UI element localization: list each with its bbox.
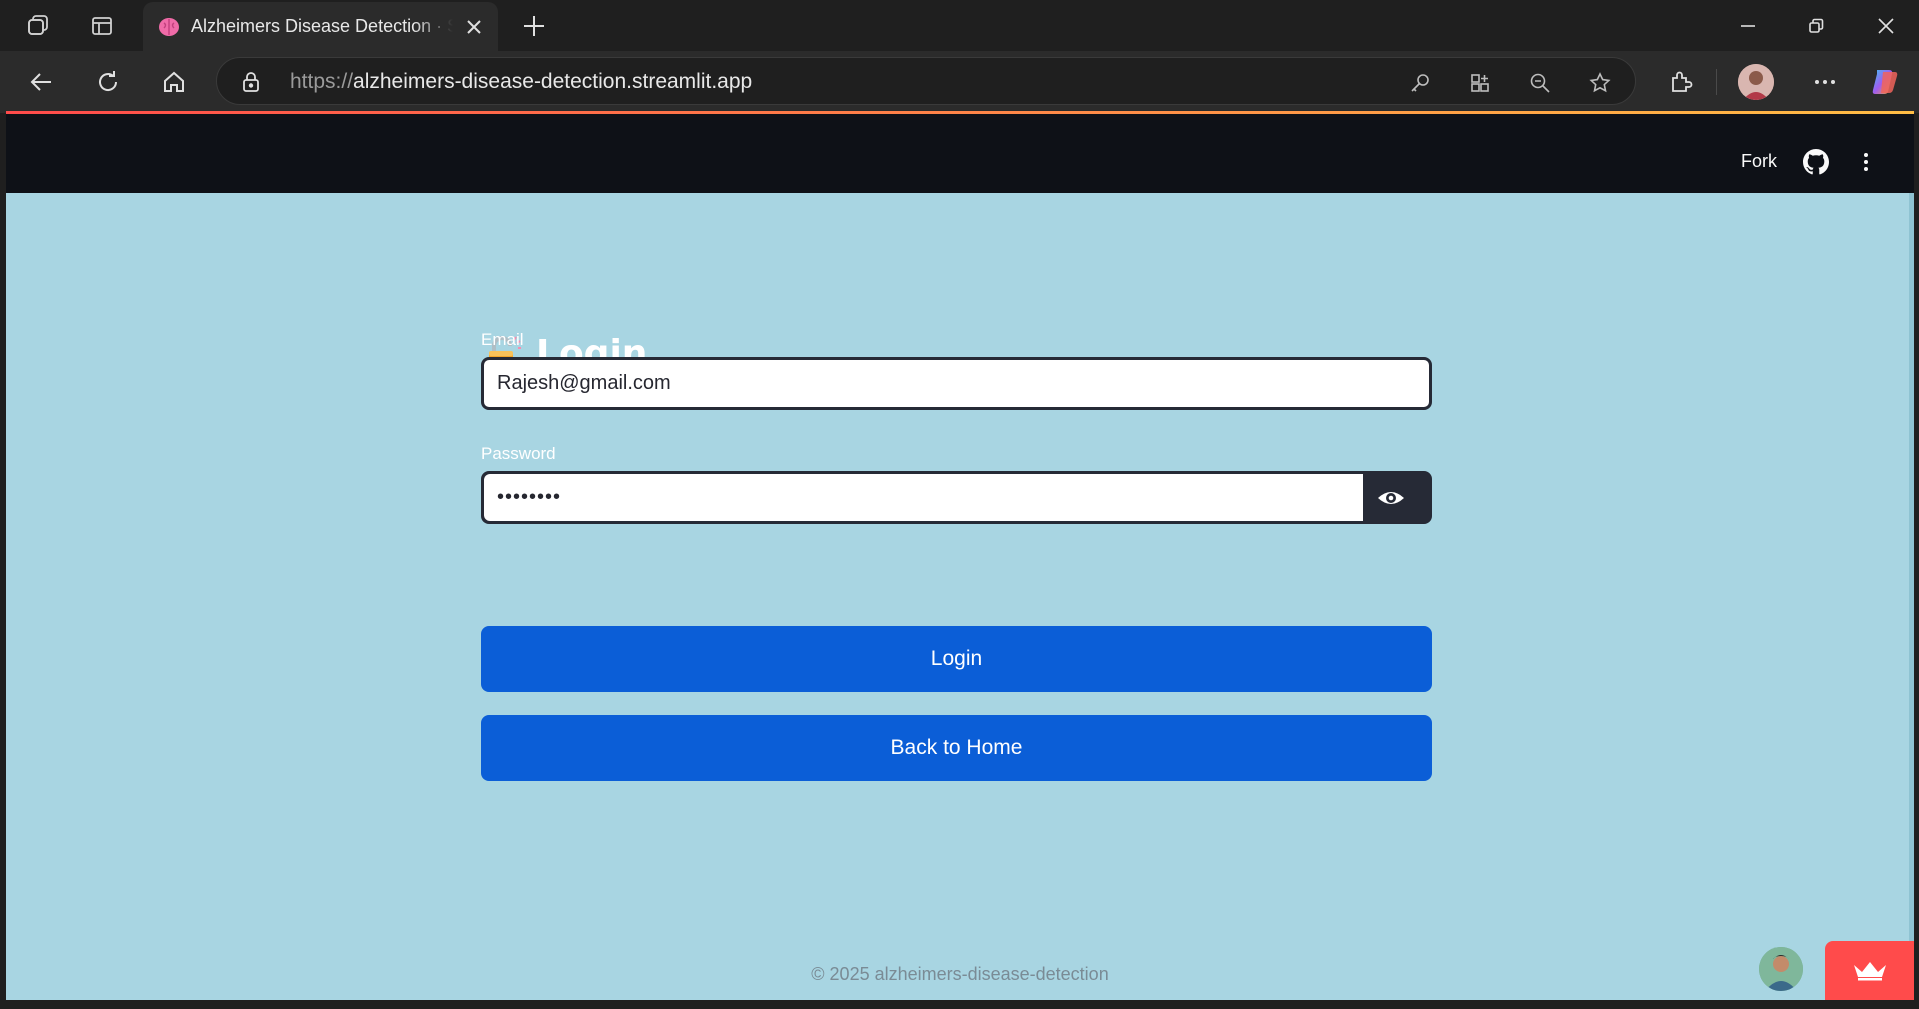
main-menu-icon[interactable] — [1854, 150, 1878, 174]
profile-avatar[interactable] — [1738, 64, 1774, 100]
login-button[interactable]: Login — [481, 626, 1432, 692]
email-field[interactable] — [497, 360, 1397, 407]
favorite-star-icon[interactable] — [1587, 70, 1613, 96]
key-icon[interactable] — [1407, 70, 1433, 96]
password-field[interactable] — [497, 474, 1347, 521]
extensions-icon[interactable] — [1664, 65, 1698, 99]
profile-avatar-icon — [1738, 64, 1774, 100]
footer-text: © 2025 alzheimers-disease-detection — [811, 964, 1109, 984]
new-tab-icon[interactable] — [518, 10, 550, 42]
minimize-icon[interactable] — [1728, 10, 1768, 42]
streamlit-crown-icon — [1853, 961, 1886, 980]
password-label: Password — [481, 444, 556, 463]
home-icon[interactable] — [157, 65, 191, 99]
url-text: https://alzheimers-disease-detection.str… — [290, 70, 753, 93]
creator-avatar-icon — [1759, 947, 1803, 991]
brain-favicon-icon — [159, 18, 179, 36]
email-label: Email — [481, 330, 524, 349]
zoom-out-icon[interactable] — [1527, 70, 1553, 96]
toolbar-divider — [1716, 69, 1717, 95]
github-icon[interactable] — [1803, 149, 1829, 175]
active-tab[interactable]: Alzheimers Disease Detection · Streamlit — [143, 2, 498, 51]
back-to-home-button[interactable]: Back to Home — [481, 715, 1432, 781]
restore-icon[interactable] — [1796, 10, 1836, 42]
show-password-eye-icon[interactable] — [1376, 483, 1406, 513]
reload-icon[interactable] — [91, 65, 125, 99]
app-header: Fork — [6, 114, 1914, 193]
vertical-tabs-icon[interactable] — [86, 10, 118, 42]
close-tab-icon[interactable] — [462, 15, 486, 39]
tab-title: Alzheimers Disease Detection · Streamlit — [191, 16, 453, 36]
copilot-icon[interactable] — [1868, 65, 1902, 99]
close-window-icon[interactable] — [1866, 10, 1906, 42]
email-field-container — [481, 357, 1432, 410]
back-arrow-icon[interactable] — [24, 65, 58, 99]
lock-icon[interactable] — [239, 70, 263, 94]
workspaces-icon[interactable] — [22, 10, 54, 42]
scrollbar[interactable] — [1909, 193, 1914, 1000]
fork-link[interactable]: Fork — [1741, 151, 1777, 172]
password-field-container — [481, 471, 1432, 524]
browser-toolbar: https://alzheimers-disease-detection.str… — [0, 51, 1919, 113]
streamlit-badge[interactable] — [1825, 941, 1914, 1000]
address-bar[interactable]: https://alzheimers-disease-detection.str… — [216, 57, 1636, 105]
more-options-icon[interactable] — [1808, 65, 1842, 99]
window-bottom-edge — [0, 1000, 1919, 1009]
app-grid-icon[interactable] — [1467, 70, 1493, 96]
password-input-box — [484, 474, 1363, 521]
browser-tab-bar: Alzheimers Disease Detection · Streamlit — [0, 0, 1919, 51]
creator-avatar[interactable] — [1759, 947, 1803, 991]
app-viewport: Fork Login Email Password — [6, 111, 1914, 1000]
